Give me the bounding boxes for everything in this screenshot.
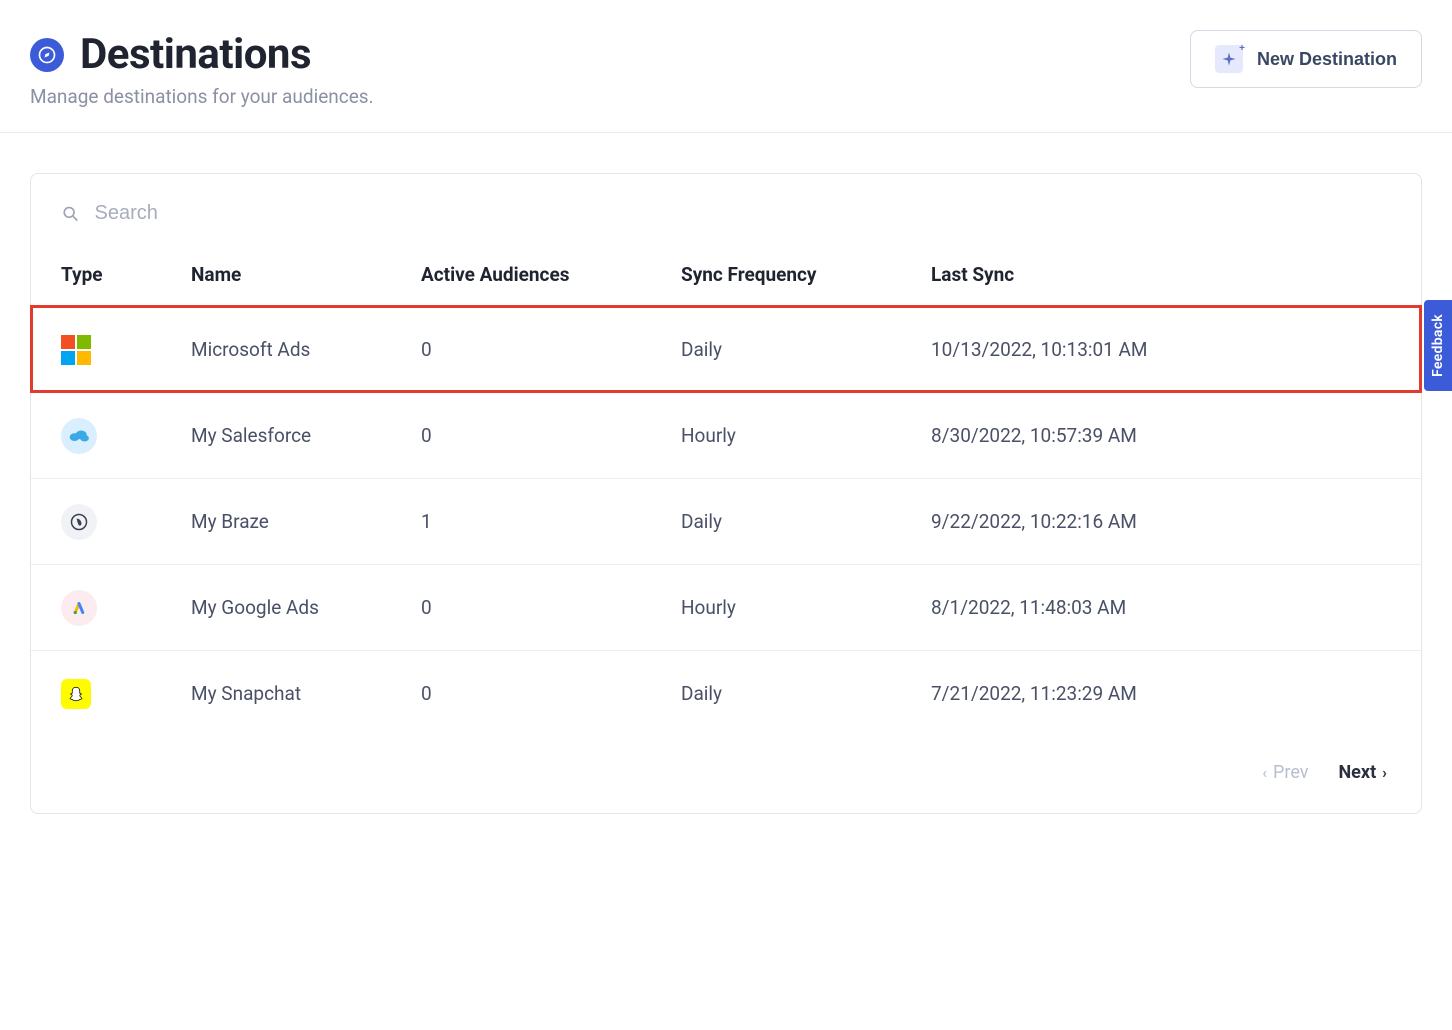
cell-name: My Snapchat [191,682,421,705]
cell-last-sync: 9/22/2022, 10:22:16 AM [931,510,1391,533]
cell-type [61,335,191,365]
cell-sync-frequency: Hourly [681,424,931,447]
cell-name: My Braze [191,510,421,533]
table-row[interactable]: My Braze1Daily9/22/2022, 10:22:16 AM [31,478,1421,564]
prev-label: Prev [1273,762,1308,783]
braze-icon [61,504,97,540]
cell-active-audiences: 0 [421,596,681,619]
col-name: Name [191,263,421,286]
cell-sync-frequency: Daily [681,510,931,533]
table-row[interactable]: My Snapchat0Daily7/21/2022, 11:23:29 AM [31,650,1421,736]
title-line: Destinations [30,30,374,79]
compass-icon [30,38,64,72]
cell-name: My Google Ads [191,596,421,619]
title-wrap: Destinations Manage destinations for you… [30,30,374,108]
col-last-sync: Last Sync [931,263,1391,286]
next-button[interactable]: Next › [1338,762,1387,783]
chevron-left-icon: ‹ [1262,763,1267,782]
table-row[interactable]: Microsoft Ads0Daily10/13/2022, 10:13:01 … [31,306,1421,392]
cell-name: My Salesforce [191,424,421,447]
table-header: Type Name Active Audiences Sync Frequenc… [31,253,1421,306]
pagination: ‹ Prev Next › [31,736,1421,813]
search-input[interactable] [95,202,1392,225]
next-label: Next [1338,762,1376,783]
cell-sync-frequency: Daily [681,682,931,705]
new-destination-button[interactable]: + New Destination [1190,30,1422,88]
microsoft-icon [61,335,91,365]
cell-type [61,590,191,626]
table-row[interactable]: My Salesforce0Hourly8/30/2022, 10:57:39 … [31,392,1421,478]
cell-last-sync: 8/30/2022, 10:57:39 AM [931,424,1391,447]
cell-last-sync: 7/21/2022, 11:23:29 AM [931,682,1391,705]
new-destination-label: New Destination [1257,49,1397,70]
search-icon [61,204,81,224]
page-title: Destinations [80,30,311,79]
cell-type [61,418,191,454]
cell-type [61,679,191,709]
prev-button: ‹ Prev [1262,762,1308,783]
content: Type Name Active Audiences Sync Frequenc… [0,133,1452,854]
cell-last-sync: 10/13/2022, 10:13:01 AM [931,338,1391,361]
col-sync-frequency: Sync Frequency [681,263,931,286]
cell-sync-frequency: Hourly [681,596,931,619]
cell-name: Microsoft Ads [191,338,421,361]
col-type: Type [61,263,191,286]
cell-last-sync: 8/1/2022, 11:48:03 AM [931,596,1391,619]
cell-active-audiences: 0 [421,682,681,705]
destinations-table: Type Name Active Audiences Sync Frequenc… [31,253,1421,736]
salesforce-icon [61,418,97,454]
cell-type [61,504,191,540]
page-subtitle: Manage destinations for your audiences. [30,85,374,108]
cell-active-audiences: 0 [421,424,681,447]
cell-active-audiences: 0 [421,338,681,361]
feedback-tab[interactable]: Feedback [1424,300,1452,391]
cell-sync-frequency: Daily [681,338,931,361]
page-header: Destinations Manage destinations for you… [0,0,1452,133]
google-ads-icon [61,590,97,626]
snapchat-icon [61,679,91,709]
table-row[interactable]: My Google Ads0Hourly8/1/2022, 11:48:03 A… [31,564,1421,650]
destinations-panel: Type Name Active Audiences Sync Frequenc… [30,173,1422,814]
search-row [31,174,1421,253]
col-active-audiences: Active Audiences [421,263,681,286]
sparkle-icon: + [1215,45,1243,73]
cell-active-audiences: 1 [421,510,681,533]
chevron-right-icon: › [1382,763,1387,782]
